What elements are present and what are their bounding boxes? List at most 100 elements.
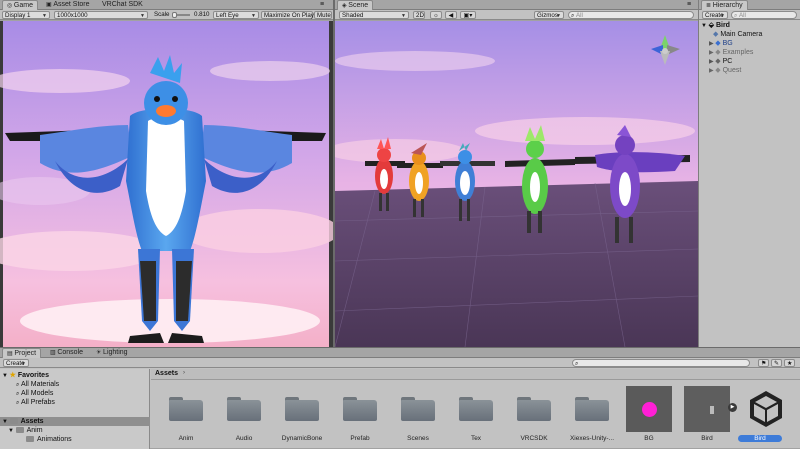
- expand-arrow-icon[interactable]: ▼: [2, 373, 10, 379]
- tab-lighting-label: Lighting: [103, 349, 128, 356]
- lighting-toggle-icon[interactable]: ☼: [430, 11, 442, 19]
- chevron-down-icon: ▼: [21, 361, 26, 367]
- hierarchy-item-label: Main Camera: [720, 31, 763, 38]
- filter-label-icon[interactable]: ✎: [771, 359, 782, 367]
- expand-asset-icon[interactable]: ▶: [728, 403, 737, 412]
- asset-label: Anim: [178, 435, 194, 442]
- expand-arrow-icon[interactable]: ▼: [8, 428, 16, 434]
- asset-label: Bird: [701, 435, 713, 442]
- project-search-input[interactable]: ⌕: [572, 359, 750, 367]
- game-tabbar: ◎ Game ▣ Asset Store VRChat SDK ≡: [0, 0, 333, 10]
- eye-dropdown[interactable]: Left Eye ▼: [213, 11, 259, 19]
- favorite-label: All Prefabs: [21, 399, 55, 406]
- tree-folder-animations[interactable]: Animations: [26, 435, 72, 444]
- assets-root[interactable]: ▼ Assets: [0, 417, 150, 426]
- unity-scene-icon: ⬙: [708, 22, 716, 29]
- tab-asset-store[interactable]: ▣ Asset Store: [42, 0, 94, 10]
- maximize-on-play-toggle[interactable]: Maximize On Play: [261, 11, 314, 19]
- gizmos-dropdown[interactable]: Gizmos ▼: [534, 11, 564, 19]
- asset-material-bg[interactable]: BG: [624, 385, 674, 445]
- asset-label: DynamicBone: [281, 435, 323, 442]
- expand-arrow-icon[interactable]: ▼: [2, 419, 10, 425]
- filter-type-icon[interactable]: ⚑: [758, 359, 769, 367]
- game-toolbar: Display 1 ▼ 1000x1000 ▼ Scale 0.810 Left E…: [0, 10, 333, 20]
- breadcrumb-assets[interactable]: Assets: [155, 370, 178, 377]
- scene-view-render: [335, 21, 698, 347]
- shading-dropdown[interactable]: Shaded ▼: [339, 11, 409, 19]
- folder-icon: [15, 427, 24, 434]
- project-create-dropdown[interactable]: Create ▼: [3, 359, 29, 367]
- tree-folder-anim[interactable]: ▼ Anim: [8, 426, 43, 435]
- hierarchy-item-quest[interactable]: ▶ ◆ Quest: [709, 66, 741, 75]
- tab-lighting[interactable]: ☀ Lighting: [92, 348, 132, 358]
- folder-icon: [459, 397, 493, 421]
- asset-label: Tex: [470, 435, 482, 442]
- hierarchy-search-input[interactable]: ⌕ All: [731, 11, 797, 19]
- asset-folder-anim[interactable]: Anim: [161, 385, 211, 445]
- asset-label: Prefab: [350, 435, 370, 442]
- star-icon: ★: [9, 372, 18, 379]
- scene-view[interactable]: [335, 21, 698, 347]
- hierarchy-item-bg[interactable]: ▶ ◆ BG: [709, 39, 733, 48]
- hierarchy-item-label: PC: [722, 58, 733, 65]
- chevron-down-icon: ▼: [720, 13, 725, 19]
- tab-scene-label: Scene: [348, 2, 369, 9]
- tab-console[interactable]: ▥ Console: [46, 348, 87, 358]
- project-toolbar: Create ▼ ⌕ ⚑ ✎ ★: [0, 358, 800, 368]
- tab-vrchat-sdk[interactable]: VRChat SDK: [98, 0, 147, 10]
- asset-label: Xiexes-Unity-...: [569, 435, 615, 442]
- tab-hierarchy[interactable]: ≣ Hierarchy: [701, 0, 748, 10]
- favorite-star-icon[interactable]: ★: [784, 359, 795, 367]
- shading-value: Shaded: [342, 12, 364, 19]
- tab-scene[interactable]: ◈ Scene: [337, 0, 374, 10]
- display-dropdown[interactable]: Display 1 ▼: [2, 11, 50, 19]
- asset-folder-tex[interactable]: Tex: [451, 385, 501, 445]
- panel-menu-icon[interactable]: ≡: [320, 1, 324, 8]
- asset-folder-audio[interactable]: Audio: [219, 385, 269, 445]
- folder-icon: [517, 397, 551, 421]
- expand-arrow-icon[interactable]: ▼: [701, 23, 709, 29]
- model-preview-icon: [684, 386, 730, 432]
- gameobject-icon: ◆: [715, 58, 723, 65]
- asset-label: Audio: [235, 435, 253, 442]
- favorite-all-prefabs[interactable]: ⌕ All Prefabs: [16, 398, 55, 407]
- asset-prefab-bird[interactable]: ▶ Bird: [682, 385, 737, 445]
- hierarchy-item-main-camera[interactable]: ◆ Main Camera: [713, 30, 762, 39]
- scene-name: Bird: [715, 22, 730, 29]
- asset-folder-vrcsdk[interactable]: VRCSDK: [509, 385, 559, 445]
- favorite-all-materials[interactable]: ⌕ All Materials: [16, 380, 59, 389]
- favorite-label: All Materials: [21, 381, 60, 388]
- tree-folder-label: Animations: [37, 436, 72, 443]
- scale-slider[interactable]: [172, 12, 190, 18]
- hierarchy-item-examples[interactable]: ▶ ◆ Examples: [709, 48, 753, 57]
- tab-game[interactable]: ◎ Game: [2, 0, 38, 10]
- scene-root-row[interactable]: ▼ ⬙ Bird: [701, 21, 730, 30]
- hierarchy-item-pc[interactable]: ▶ ◆ PC: [709, 57, 732, 66]
- favorite-all-models[interactable]: ⌕ All Models: [16, 389, 53, 398]
- effects-toggle-icon[interactable]: ▣▾: [460, 11, 476, 19]
- toggle-2d-button[interactable]: 2D: [413, 11, 425, 19]
- tab-project[interactable]: ▤ Project: [2, 348, 42, 358]
- resolution-dropdown[interactable]: 1000x1000 ▼: [54, 11, 148, 19]
- scene-search-input[interactable]: ⌕ All: [568, 11, 694, 19]
- asset-label: Scenes: [407, 435, 429, 442]
- asset-folder-xiexes[interactable]: Xiexes-Unity-...: [567, 385, 617, 445]
- display-value: Display 1: [5, 12, 31, 19]
- asset-label: BG: [644, 435, 654, 442]
- audio-toggle-icon[interactable]: ◀: [445, 11, 457, 19]
- tab-game-label: Game: [13, 2, 33, 9]
- game-view[interactable]: [0, 21, 333, 347]
- hierarchy-create-dropdown[interactable]: Create ▼: [702, 11, 728, 19]
- tab-vrchat-sdk-label: VRChat SDK: [102, 1, 143, 8]
- hierarchy-item-label: Quest: [722, 67, 742, 74]
- asset-folder-dynamicbone[interactable]: DynamicBone: [277, 385, 327, 445]
- mute-toggle[interactable]: Mute: [314, 11, 332, 19]
- assets-label: Assets: [20, 418, 44, 425]
- favorites-header[interactable]: ▼ ★ Favorites: [2, 371, 49, 380]
- asset-folder-prefab[interactable]: Prefab: [335, 385, 385, 445]
- scale-slider-handle[interactable]: [172, 12, 177, 18]
- asset-scene-bird[interactable]: Bird: [738, 385, 790, 445]
- panel-menu-icon[interactable]: ≡: [687, 1, 691, 8]
- game-view-render: [0, 21, 333, 347]
- asset-folder-scenes[interactable]: Scenes: [393, 385, 443, 445]
